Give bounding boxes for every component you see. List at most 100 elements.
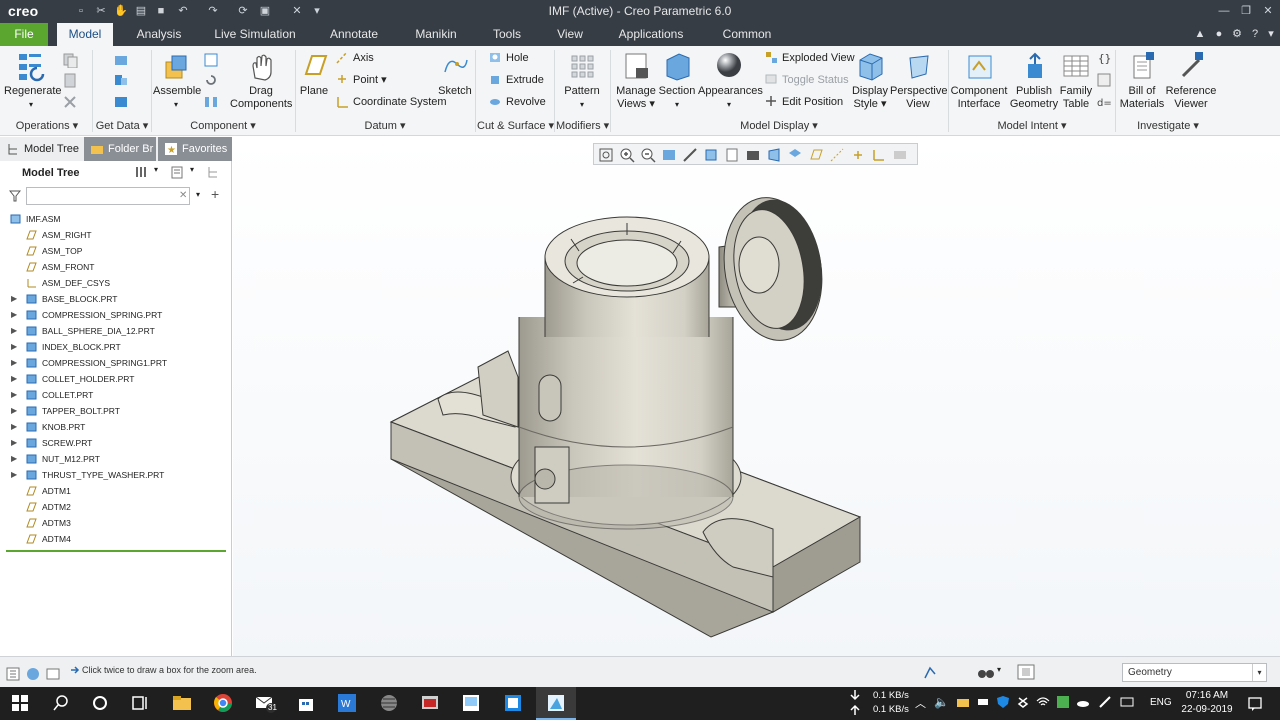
selection-filter-dropdown[interactable]: Geometry ▾: [1122, 663, 1267, 682]
delete-icon[interactable]: [62, 94, 78, 110]
expand-arrow-icon[interactable]: ▶: [11, 339, 17, 355]
tree-row[interactable]: ▶ INDEX_BLOCK.PRT: [0, 339, 230, 355]
tab-file[interactable]: File: [0, 23, 48, 46]
expand-arrow-icon[interactable]: ▶: [11, 371, 17, 387]
open-icon[interactable]: ▤: [134, 4, 148, 18]
clear-search-icon[interactable]: ✕: [179, 190, 187, 201]
windows-icon[interactable]: ▣: [258, 4, 272, 18]
expand-arrow-icon[interactable]: ▶: [11, 451, 17, 467]
keyboard-icon[interactable]: [1120, 695, 1134, 709]
tab-view[interactable]: View: [550, 23, 590, 46]
regenerate-quick-icon[interactable]: ⟳: [236, 4, 250, 18]
coordinate-system-button[interactable]: Coordinate System: [335, 94, 447, 110]
show-browser-icon[interactable]: [26, 667, 40, 681]
tree-row[interactable]: ▶ COMPRESSION_SPRING.PRT: [0, 307, 230, 323]
tree-row[interactable]: ADTM1: [0, 483, 230, 499]
new-file-icon[interactable]: ▫: [74, 4, 88, 18]
edit-position-button[interactable]: Edit Position: [764, 94, 843, 110]
minimize-icon[interactable]: —: [1214, 3, 1234, 19]
app-globe-icon[interactable]: [378, 692, 400, 714]
expand-arrow-icon[interactable]: ▶: [11, 403, 17, 419]
plane-button[interactable]: Plane: [298, 50, 330, 98]
expand-arrow-icon[interactable]: ▶: [11, 467, 17, 483]
component-group-label[interactable]: Component ▾: [153, 119, 293, 132]
collapse-ribbon-icon[interactable]: ▲: [1193, 27, 1207, 41]
tree-row[interactable]: ▶ KNOB.PRT: [0, 419, 230, 435]
get-data-group-label[interactable]: Get Data ▾: [94, 119, 150, 132]
security-shield-icon[interactable]: [996, 695, 1010, 709]
close-window-icon[interactable]: ✕: [290, 4, 304, 18]
tree-row[interactable]: ▶ COLLET.PRT: [0, 387, 230, 403]
tree-row[interactable]: ▶ COMPRESSION_SPRING1.PRT: [0, 355, 230, 371]
bill-of-materials-button[interactable]: Bill of Materials: [1118, 50, 1166, 111]
operations-group-label[interactable]: Operations ▾: [4, 119, 90, 132]
switch-dimensions-icon[interactable]: [1096, 72, 1112, 88]
tree-row[interactable]: ▶ COLLET_HOLDER.PRT: [0, 371, 230, 387]
windows-start-icon[interactable]: [9, 692, 31, 714]
create-component-icon[interactable]: [203, 52, 219, 68]
investigate-group-label[interactable]: Investigate ▾: [1118, 119, 1218, 132]
shrinkwrap-icon[interactable]: [113, 94, 129, 110]
tab-tools[interactable]: Tools: [486, 23, 528, 46]
family-table-button[interactable]: Family Table: [1058, 50, 1094, 111]
tree-row[interactable]: ASM_RIGHT: [0, 227, 230, 243]
tree-columns-icon[interactable]: [206, 165, 220, 179]
tree-row[interactable]: ASM_DEF_CSYS: [0, 275, 230, 291]
copy-geometry-icon[interactable]: [113, 72, 129, 88]
assembly-model-view[interactable]: [233, 137, 1280, 656]
exploded-view-button[interactable]: Exploded View: [764, 50, 855, 66]
tree-row[interactable]: ASM_FRONT: [0, 259, 230, 275]
tree-row[interactable]: ASM_TOP: [0, 243, 230, 259]
show-hidden-icons-icon[interactable]: ︿: [915, 695, 926, 711]
expand-arrow-icon[interactable]: ▶: [11, 323, 17, 339]
drag-components-button[interactable]: Drag Components: [230, 50, 292, 111]
expand-arrow-icon[interactable]: ▶: [11, 419, 17, 435]
folder-tray-icon[interactable]: [956, 695, 970, 709]
chevron-down-icon[interactable]: ▾: [190, 165, 194, 174]
tree-row[interactable]: ADTM4: [0, 531, 230, 547]
model-display-group-label[interactable]: Model Display ▾: [612, 119, 946, 132]
settings-icon[interactable]: ⚙: [1230, 27, 1244, 41]
dropbox-icon[interactable]: [1016, 695, 1030, 709]
undo-icon[interactable]: ↶: [176, 4, 190, 18]
onedrive-icon[interactable]: [1076, 695, 1090, 709]
model-tree-search-input[interactable]: [26, 187, 190, 205]
assemble-button[interactable]: Assemble ▾: [153, 50, 201, 111]
mirror-component-icon[interactable]: [203, 94, 219, 110]
customize-toolbar-icon[interactable]: ▾: [310, 4, 324, 18]
close-app-icon[interactable]: ✕: [1258, 3, 1278, 19]
chevron-down-icon[interactable]: ▾: [154, 165, 158, 174]
paste-icon[interactable]: [62, 72, 78, 88]
repeat-icon[interactable]: [203, 72, 219, 88]
full-screen-icon[interactable]: [46, 667, 60, 681]
toggle-status-button[interactable]: Toggle Status: [764, 72, 849, 88]
help-icon[interactable]: ?: [1248, 27, 1262, 41]
tab-live-simulation[interactable]: Live Simulation: [210, 23, 300, 46]
more-icon[interactable]: ▾: [1264, 27, 1278, 41]
tree-insert-indicator[interactable]: [6, 550, 226, 552]
section-button[interactable]: Section ▾: [658, 50, 696, 111]
model-intent-group-label[interactable]: Model Intent ▾: [950, 119, 1114, 132]
find-binoculars-icon[interactable]: [977, 664, 995, 680]
component-interface-button[interactable]: Component Interface: [950, 50, 1008, 111]
smart-select-icon[interactable]: [922, 664, 938, 680]
tab-manikin[interactable]: Manikin: [408, 23, 464, 46]
search-icon[interactable]: [50, 692, 72, 714]
sketch-button[interactable]: Sketch: [438, 50, 472, 98]
expand-arrow-icon[interactable]: ▶: [11, 355, 17, 371]
revolve-button[interactable]: Revolve: [488, 94, 546, 110]
app-window-icon[interactable]: [419, 692, 441, 714]
chevron-down-icon[interactable]: ▾: [997, 665, 1001, 674]
datum-group-label[interactable]: Datum ▾: [298, 119, 472, 132]
chevron-down-icon[interactable]: ▾: [196, 190, 200, 199]
tab-model[interactable]: Model: [57, 23, 113, 46]
cut-surface-group-label[interactable]: Cut & Surface ▾: [477, 119, 554, 132]
usb-icon[interactable]: [976, 695, 990, 709]
tree-row[interactable]: ▶ THRUST_TYPE_WASHER.PRT: [0, 467, 230, 483]
manage-views-button[interactable]: Manage Views ▾: [614, 50, 658, 111]
store-icon[interactable]: [295, 692, 317, 714]
word-icon[interactable]: W: [336, 692, 358, 714]
tree-row[interactable]: ▶ SCREW.PRT: [0, 435, 230, 451]
tab-applications[interactable]: Applications: [612, 23, 690, 46]
modifiers-group-label[interactable]: Modifiers ▾: [556, 119, 609, 132]
